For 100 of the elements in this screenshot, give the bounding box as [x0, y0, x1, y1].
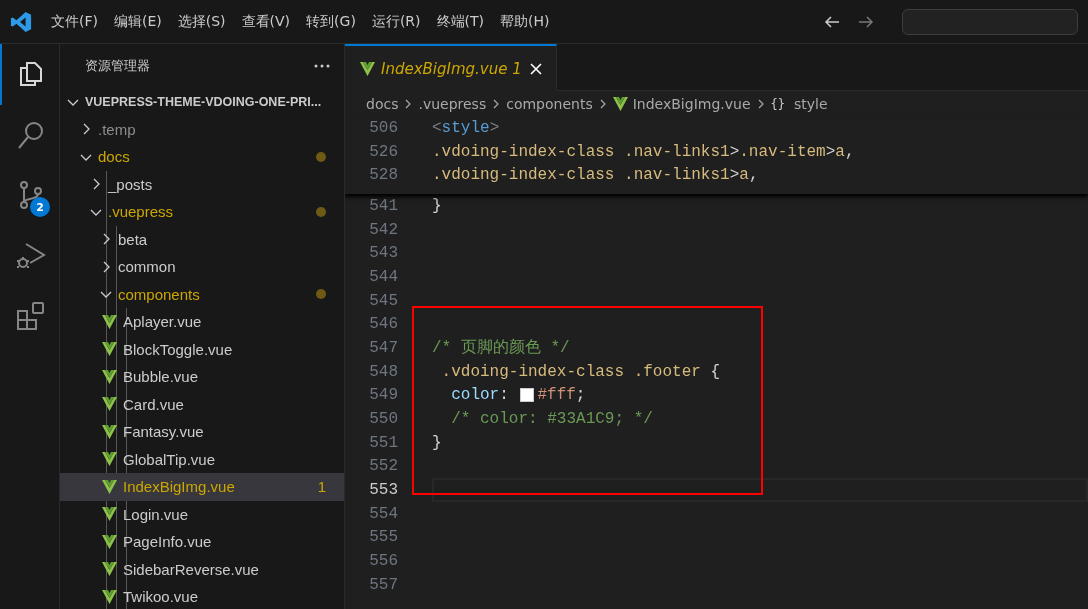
- vue-file-icon: [102, 342, 117, 357]
- code-token: }: [432, 433, 442, 452]
- code-token: color: [450, 386, 500, 405]
- vue-file-icon: [102, 424, 117, 439]
- count-badge: 2: [30, 197, 50, 217]
- line-number: 545: [368, 291, 398, 310]
- panel-title: 资源管理器: [85, 57, 150, 75]
- menu-item[interactable]: 帮助(H): [493, 8, 557, 35]
- line-number: 556: [368, 552, 398, 571]
- menu-item[interactable]: 编辑(E): [107, 8, 169, 35]
- breadcrumb-item[interactable]: IndexBigImg.vue: [632, 95, 751, 112]
- extensions-icon[interactable]: [15, 301, 46, 332]
- menu-item[interactable]: 终端(T): [429, 8, 491, 35]
- modified-dot: [316, 151, 326, 162]
- more-actions-icon[interactable]: [314, 64, 330, 68]
- vue-file-icon: [102, 369, 117, 384]
- line-number: 506: [368, 118, 398, 137]
- line-number: 547: [368, 338, 398, 357]
- file-item[interactable]: Aplayer.vue: [60, 308, 344, 336]
- source-control-icon[interactable]: [17, 180, 44, 211]
- code-token: ;: [575, 386, 586, 405]
- code-token: >: [729, 142, 740, 161]
- code-token: }: [432, 196, 442, 215]
- close-icon[interactable]: [527, 60, 544, 77]
- code-token: style: [441, 118, 490, 137]
- line-number: 554: [368, 504, 398, 523]
- line-number: 526: [368, 142, 398, 161]
- vue-file-icon: [102, 452, 117, 467]
- file-item[interactable]: Login.vue: [60, 500, 344, 528]
- folder-item[interactable]: docs: [60, 143, 344, 171]
- search-field[interactable]: [902, 8, 1078, 35]
- search-icon[interactable]: [16, 119, 45, 150]
- problem-count: 1: [317, 478, 326, 496]
- breadcrumb-item[interactable]: components: [506, 95, 593, 112]
- color-swatch[interactable]: [520, 388, 535, 403]
- file-item[interactable]: Fantasy.vue: [60, 418, 344, 446]
- code-token: .vdoing-index-class .nav-links1: [432, 166, 730, 185]
- line-number: 548: [368, 362, 398, 381]
- line-number: 557: [368, 575, 398, 594]
- vue-file-icon: [102, 314, 117, 329]
- folder-item[interactable]: .vuepress: [60, 198, 344, 226]
- code-token: ,: [748, 166, 759, 185]
- line-number: 549: [368, 386, 398, 405]
- code-token: <: [432, 118, 442, 137]
- vue-file-icon: [102, 534, 117, 549]
- line-number: 551: [368, 433, 398, 452]
- braces-icon: {}: [770, 96, 785, 111]
- app-logo-icon: [10, 10, 32, 33]
- code-token: .vdoing-index-class .nav-links1: [432, 142, 730, 161]
- code-token: #fff: [537, 386, 576, 405]
- code-token: ,: [844, 142, 855, 161]
- menu-item[interactable]: 查看(V): [234, 8, 298, 35]
- vue-file-icon: [102, 479, 117, 494]
- menu-item[interactable]: 转到(G): [299, 8, 363, 35]
- line-number: 550: [368, 410, 398, 429]
- file-item[interactable]: SidebarReverse.vue: [60, 555, 344, 583]
- folder-header[interactable]: VUEPRESS-THEME-VDOING-ONE-PRI...: [60, 88, 344, 116]
- line-number: 543: [368, 244, 398, 263]
- code-token: .vdoing-index-class .footer: [440, 362, 702, 381]
- editor-tab[interactable]: IndexBigImg.vue 1: [345, 44, 557, 91]
- code-token: a: [835, 142, 845, 161]
- code-token: >: [489, 118, 500, 137]
- vue-file-icon: [102, 589, 117, 604]
- vue-file-icon: [360, 61, 375, 76]
- line-number: 541: [368, 196, 398, 215]
- code-token: >: [729, 166, 740, 185]
- modified-dot: [316, 289, 326, 300]
- file-item[interactable]: Bubble.vue: [60, 363, 344, 391]
- line-number: 552: [368, 457, 398, 476]
- code-token: /* 页脚的颜色 */: [432, 337, 570, 359]
- file-item[interactable]: BlockToggle.vue: [60, 335, 344, 363]
- file-item[interactable]: Card.vue: [60, 390, 344, 418]
- menu-item[interactable]: 选择(S): [170, 8, 233, 35]
- line-number: 546: [368, 315, 398, 334]
- breadcrumb-item[interactable]: style: [793, 95, 828, 112]
- line-number: 555: [368, 528, 398, 547]
- file-item[interactable]: Twikoo.vue: [60, 583, 344, 609]
- menu-item[interactable]: 文件(F): [44, 8, 105, 35]
- file-item[interactable]: IndexBigImg.vue 1: [60, 473, 344, 501]
- run-debug-icon[interactable]: [15, 240, 46, 271]
- line-number: 544: [368, 267, 398, 286]
- file-item[interactable]: PageInfo.vue: [60, 528, 344, 556]
- modified-dot: [316, 206, 326, 217]
- folder-item[interactable]: components: [60, 280, 344, 308]
- vue-file-icon: [612, 96, 628, 111]
- code-token: >: [825, 142, 836, 161]
- vue-file-icon: [102, 507, 117, 522]
- folder-item[interactable]: _posts: [60, 170, 344, 198]
- folder-item[interactable]: common: [60, 253, 344, 281]
- folder-item[interactable]: .temp: [60, 115, 344, 143]
- menu-item[interactable]: 运行(R): [364, 8, 428, 35]
- breadcrumb-item[interactable]: docs: [366, 95, 399, 112]
- file-item[interactable]: GlobalTip.vue: [60, 445, 344, 473]
- folder-item[interactable]: beta: [60, 225, 344, 253]
- breadcrumb-item[interactable]: .vuepress: [418, 95, 487, 112]
- code-token: /* color: #33A1C9; */: [450, 410, 653, 429]
- code-token: .nav-item: [739, 142, 826, 161]
- code-token: a: [739, 166, 749, 185]
- line-number: 542: [368, 220, 398, 239]
- vue-file-icon: [102, 562, 117, 577]
